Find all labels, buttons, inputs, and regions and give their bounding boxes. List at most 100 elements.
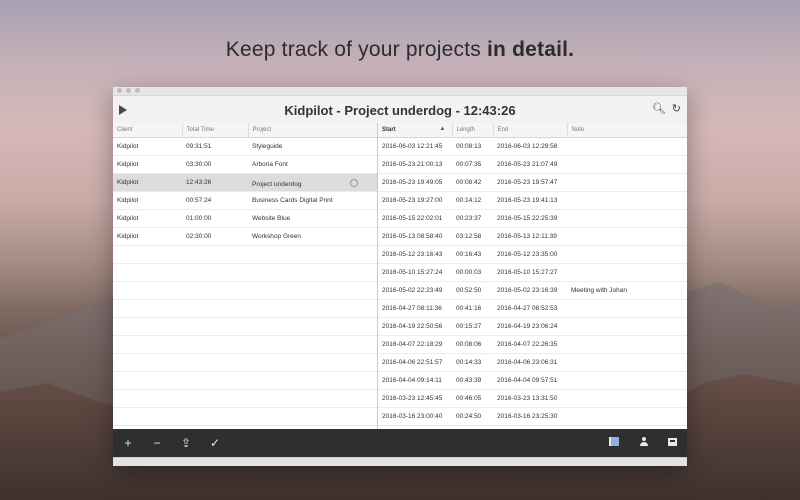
table-row[interactable]: Kidpilot 12:43:26 Project underdog bbox=[113, 173, 377, 192]
bottom-bar: + − ⇪ ✓ bbox=[113, 429, 687, 457]
table-cell: 00:15:27 bbox=[452, 317, 493, 336]
search-icon[interactable]: 🔍︎ bbox=[652, 104, 666, 115]
table-cell bbox=[248, 245, 377, 264]
sessions-pane: Start ▲ Length End Note 2016-06-03 12:21:… bbox=[378, 123, 687, 429]
cell-text: 09:31:51 bbox=[186, 143, 212, 150]
table-row[interactable]: Kidpilot 00:57:24 Business Cards Digital P… bbox=[113, 191, 377, 210]
zoom-window-button[interactable] bbox=[135, 88, 140, 93]
table-cell bbox=[567, 353, 687, 372]
table-cell: 2016-05-23 19:49:05 bbox=[378, 173, 452, 192]
projects-table: Client Total Time Project Kidpilot 09:31:… bbox=[113, 123, 377, 426]
table-cell bbox=[567, 245, 687, 264]
table-cell: 2016-04-06 23:06:31 bbox=[493, 353, 567, 372]
table-row[interactable]: 2016-06-03 12:21:45 00:08:13 2016-06-03 12… bbox=[378, 137, 687, 156]
table-row[interactable]: 2016-05-23 19:27:00 00:14:12 2016-05-23 19… bbox=[378, 191, 687, 210]
table-cell bbox=[248, 389, 377, 408]
table-cell: 01:00:00 bbox=[182, 209, 248, 228]
clock-icon[interactable] bbox=[349, 178, 358, 187]
column-header-client[interactable]: Client bbox=[113, 123, 183, 138]
table-row[interactable]: Kidpilot 09:31:51 Styleguide bbox=[113, 137, 377, 156]
table-cell: 2016-03-23 12:45:45 bbox=[378, 389, 452, 408]
column-header-total-time[interactable]: Total Time bbox=[182, 123, 249, 138]
close-window-button[interactable] bbox=[117, 88, 122, 93]
remove-icon[interactable]: − bbox=[152, 435, 162, 451]
table-cell bbox=[113, 353, 182, 372]
table-cell: Workshop Green bbox=[248, 227, 377, 246]
bottom-bar-left-buttons: + − ⇪ ✓ bbox=[123, 435, 220, 451]
column-header-note[interactable]: Note bbox=[567, 123, 687, 138]
table-row[interactable]: 2016-04-07 22:18:29 00:08:06 2016-04-07 22… bbox=[378, 335, 687, 354]
table-row bbox=[113, 299, 377, 318]
table-row bbox=[113, 353, 377, 372]
refresh-icon[interactable]: ↻ bbox=[672, 104, 681, 115]
table-cell bbox=[567, 263, 687, 282]
table-row[interactable]: 2016-04-19 22:50:56 00:15:27 2016-04-19 23… bbox=[378, 317, 687, 336]
table-cell bbox=[567, 191, 687, 210]
table-cell: Meeting with Johan bbox=[567, 281, 687, 300]
projects-pane: Client Total Time Project Kidpilot 09:31:… bbox=[113, 123, 378, 429]
table-cell: 00:14:33 bbox=[452, 353, 493, 372]
book-icon[interactable] bbox=[609, 437, 619, 446]
table-cell bbox=[248, 371, 377, 390]
sessions-header-row: Start ▲ Length End Note bbox=[378, 123, 687, 138]
table-cell bbox=[248, 281, 377, 300]
table-cell bbox=[248, 317, 377, 336]
checkmark-icon[interactable]: ✓ bbox=[210, 435, 220, 451]
table-row[interactable]: 2016-03-23 12:45:45 00:46:05 2016-03-23 13… bbox=[378, 389, 687, 408]
headline: Keep track of your projects in detail. bbox=[0, 38, 800, 62]
table-cell: 2016-05-15 22:25:39 bbox=[493, 209, 567, 228]
table-cell: 02:30:00 bbox=[182, 227, 248, 246]
table-row[interactable]: 2016-04-04 09:14:11 00:43:39 2016-04-04 09… bbox=[378, 371, 687, 390]
table-row[interactable]: Kidpilot 02:30:00 Workshop Green bbox=[113, 227, 377, 246]
table-cell: 2016-05-13 12:11:39 bbox=[493, 227, 567, 246]
table-row[interactable]: Kidpilot 03:30:00 Arboria Font bbox=[113, 155, 377, 174]
share-icon[interactable]: ⇪ bbox=[181, 435, 191, 451]
table-cell: 09:31:51 bbox=[182, 137, 248, 156]
column-header-end[interactable]: End bbox=[493, 123, 568, 138]
table-cell bbox=[182, 281, 248, 300]
table-cell bbox=[182, 335, 248, 354]
user-icon[interactable] bbox=[639, 437, 648, 446]
table-cell bbox=[113, 335, 182, 354]
table-cell: 2016-05-02 23:16:39 bbox=[493, 281, 567, 300]
table-cell: 2016-04-19 23:06:24 bbox=[493, 317, 567, 336]
cell-text: Arboria Font bbox=[252, 161, 288, 168]
table-cell: 2016-05-23 21:00:13 bbox=[378, 155, 452, 174]
table-cell: 2016-05-12 23:16:43 bbox=[378, 245, 452, 264]
table-row[interactable]: 2016-03-16 23:00:40 00:24:50 2016-03-16 23… bbox=[378, 407, 687, 426]
table-row[interactable]: 2016-05-15 22:02:01 00:23:37 2016-05-15 22… bbox=[378, 209, 687, 228]
table-row[interactable]: 2016-05-23 19:49:05 00:08:42 2016-05-23 19… bbox=[378, 173, 687, 192]
table-row[interactable]: 2016-05-02 22:23:49 00:52:50 2016-05-02 23… bbox=[378, 281, 687, 300]
table-cell bbox=[113, 389, 182, 408]
column-header-length[interactable]: Length bbox=[452, 123, 494, 138]
table-cell bbox=[567, 137, 687, 156]
cell-text: Kidpilot bbox=[117, 143, 139, 150]
cell-text: Project underdog bbox=[252, 180, 302, 188]
table-cell: 00:52:50 bbox=[452, 281, 493, 300]
column-header-project[interactable]: Project bbox=[248, 123, 377, 138]
table-cell: 2016-05-23 19:57:47 bbox=[493, 173, 567, 192]
add-icon[interactable]: + bbox=[123, 435, 133, 451]
table-row[interactable]: 2016-04-27 08:11:36 00:41:16 2016-04-27 08… bbox=[378, 299, 687, 318]
table-cell: 2016-05-23 19:27:00 bbox=[378, 191, 452, 210]
table-cell bbox=[182, 245, 248, 264]
table-cell: 2016-04-27 08:11:36 bbox=[378, 299, 452, 318]
tray-icon[interactable] bbox=[668, 437, 677, 446]
column-header-start[interactable]: Start ▲ bbox=[378, 123, 453, 138]
column-header-start-label: Start bbox=[382, 127, 396, 133]
minimize-window-button[interactable] bbox=[126, 88, 131, 93]
table-cell bbox=[567, 389, 687, 408]
table-row bbox=[113, 407, 377, 426]
sessions-table: Start ▲ Length End Note 2016-06-03 12:21:… bbox=[378, 123, 687, 426]
table-row[interactable]: 2016-04-06 22:51:57 00:14:33 2016-04-06 23… bbox=[378, 353, 687, 372]
toolbar-icons: 🔍︎ ↻ bbox=[652, 104, 681, 115]
table-cell: 00:24:50 bbox=[452, 407, 493, 426]
table-cell: 00:16:43 bbox=[452, 245, 493, 264]
table-cell bbox=[182, 353, 248, 372]
table-row[interactable]: 2016-05-13 08:58:40 03:12:58 2016-05-13 12… bbox=[378, 227, 687, 246]
table-row[interactable]: 2016-05-23 21:00:13 00:07:35 2016-05-23 21… bbox=[378, 155, 687, 174]
cell-text: 01:00:00 bbox=[186, 215, 212, 222]
table-row[interactable]: 2016-05-10 15:27:24 00:00:03 2016-05-10 15… bbox=[378, 263, 687, 282]
table-row[interactable]: 2016-05-12 23:16:43 00:16:43 2016-05-12 23… bbox=[378, 245, 687, 264]
table-row[interactable]: Kidpilot 01:00:00 Website Blue bbox=[113, 209, 377, 228]
